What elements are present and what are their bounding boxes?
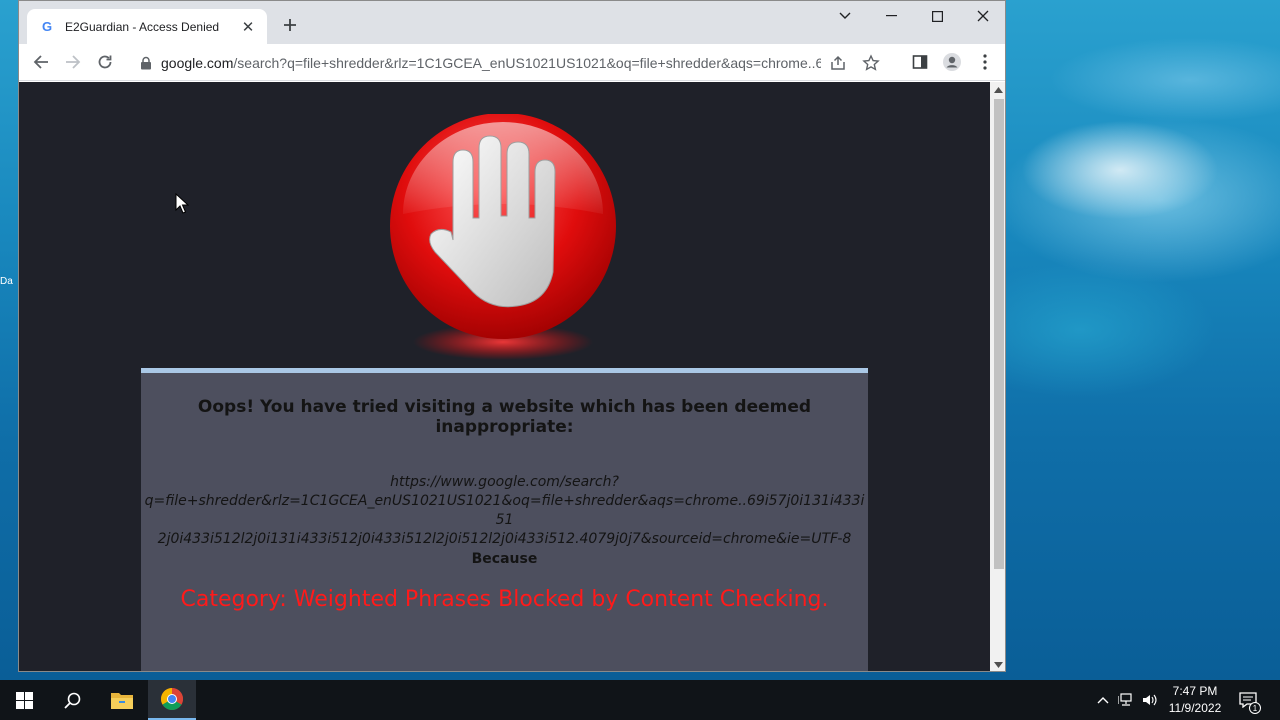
menu-kebab-icon[interactable]: [971, 48, 999, 76]
block-reason: Category: Weighted Phrases Blocked by Co…: [180, 587, 829, 612]
blocked-url-line: q=file+shredder&rlz=1C1GCEA_enUS1021US10…: [144, 493, 865, 528]
mouse-cursor-icon: [175, 193, 189, 214]
because-label: Because: [471, 551, 538, 567]
blocked-url-line: https://www.google.com/search?: [390, 474, 619, 490]
stop-hand-icon: [390, 114, 616, 360]
chrome-taskbar-icon[interactable]: [148, 680, 196, 720]
taskbar: 7:47 PM 11/9/2022 1: [0, 680, 1280, 720]
back-arrow-icon[interactable]: [27, 48, 55, 76]
window-close-icon[interactable]: [960, 1, 1005, 31]
scroll-down-arrow-icon[interactable]: [993, 660, 1004, 670]
forward-arrow-icon[interactable]: [59, 48, 87, 76]
maximize-icon[interactable]: [914, 1, 960, 31]
scrollbar-thumb[interactable]: [994, 99, 1004, 569]
share-icon[interactable]: [829, 54, 847, 72]
minimize-icon[interactable]: [868, 1, 914, 31]
blocked-url: https://www.google.com/search? q=file+sh…: [141, 473, 868, 549]
profile-avatar-icon[interactable]: [938, 48, 966, 76]
notification-badge: 1: [1249, 702, 1261, 714]
url-path: /search?q=file+shredder&rlz=1C1GCEA_enUS…: [233, 55, 821, 71]
denied-message-panel: Oops! You have tried visiting a website …: [141, 368, 868, 671]
file-explorer-icon[interactable]: [98, 680, 146, 720]
browser-toolbar: google.com/search?q=file+shredder&rlz=1C…: [19, 44, 1005, 81]
search-icon[interactable]: [48, 680, 96, 720]
page-title: Oops! You have tried visiting a website …: [197, 397, 812, 437]
side-panel-icon[interactable]: [906, 48, 934, 76]
scroll-up-arrow-icon[interactable]: [993, 85, 1004, 95]
taskbar-clock[interactable]: 7:47 PM 11/9/2022: [1164, 683, 1226, 717]
page-viewport: Oops! You have tried visiting a website …: [19, 82, 990, 671]
windows-start-icon[interactable]: [0, 680, 48, 720]
address-bar[interactable]: google.com/search?q=file+shredder&rlz=1C…: [129, 48, 880, 78]
clock-time: 7:47 PM: [1172, 684, 1218, 698]
plus-icon[interactable]: [279, 14, 301, 36]
star-icon[interactable]: [862, 54, 880, 72]
network-icon[interactable]: [1116, 690, 1136, 710]
chevron-up-icon[interactable]: [1093, 690, 1113, 710]
tab-search-chevron-icon[interactable]: [822, 1, 868, 31]
close-icon[interactable]: ✕: [239, 18, 257, 36]
clock-date: 11/9/2022: [1168, 701, 1222, 715]
url-host: google.com: [161, 55, 234, 71]
lock-icon[interactable]: [139, 56, 153, 70]
tab-title: E2Guardian - Access Denied: [65, 19, 220, 34]
desktop-icon-label[interactable]: Da: [0, 276, 18, 287]
volume-icon[interactable]: [1140, 690, 1160, 710]
google-favicon-icon: G: [41, 19, 53, 34]
browser-window: G E2Guardian - Access Denied ✕ google.co…: [18, 0, 1006, 672]
reload-icon[interactable]: [91, 48, 119, 76]
title-bar: G E2Guardian - Access Denied ✕: [19, 1, 1005, 44]
blocked-url-line: 2j0i433i512l2j0i131i433i512j0i433i512l2j…: [157, 531, 852, 547]
address-url[interactable]: google.com/search?q=file+shredder&rlz=1C…: [161, 55, 821, 71]
tab-e2guardian[interactable]: G E2Guardian - Access Denied ✕: [27, 9, 267, 44]
page-scrollbar[interactable]: [990, 82, 1005, 671]
